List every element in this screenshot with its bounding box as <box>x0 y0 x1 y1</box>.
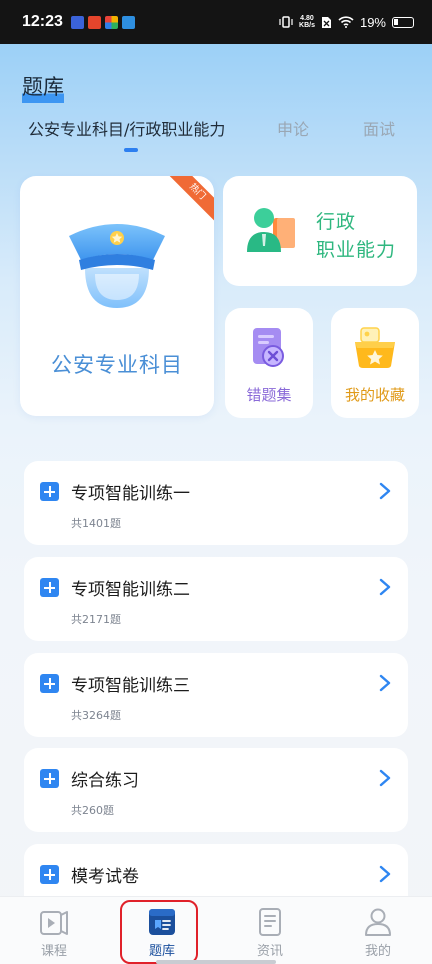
list-item-title: 综合练习 <box>71 771 139 791</box>
wifi-icon <box>338 16 354 28</box>
favorites-card[interactable]: 我的收藏 <box>331 308 419 418</box>
nav-news[interactable]: 资讯 <box>216 897 324 964</box>
list-item-count: 共2171题 <box>71 613 121 626</box>
chevron-right-icon <box>379 769 391 787</box>
net-speed: 4.80 KB/s <box>299 15 315 29</box>
admin-ability-label: 行政 职业能力 <box>316 208 396 264</box>
red-app-icon <box>87 15 101 29</box>
nav-label: 资讯 <box>256 944 283 959</box>
list-item-comprehensive[interactable]: 综合练习 共260题 <box>24 748 408 832</box>
chevron-right-icon <box>379 674 391 692</box>
wrong-questions-label: 错题集 <box>246 386 292 404</box>
net-speed-unit: KB/s <box>299 22 315 29</box>
wrong-notebook-icon <box>253 328 284 367</box>
blue-app-icon <box>121 15 135 29</box>
list-item-training-3[interactable]: 专项智能训练三 共3264题 <box>24 653 408 737</box>
plus-icon <box>40 482 59 501</box>
colorful-app-icon <box>104 15 118 29</box>
nav-label: 我的 <box>364 944 391 959</box>
list-item-title: 模考试卷 <box>71 867 139 887</box>
status-time: 12:23 <box>22 13 63 30</box>
video-app-icon <box>70 15 84 29</box>
tab-essay[interactable]: 申论 <box>277 116 309 140</box>
play-book-icon <box>40 911 68 935</box>
bottom-nav: 课程 题库 资讯 我的 <box>0 896 432 964</box>
list-item-title: 专项智能训练二 <box>71 580 190 600</box>
list-item-title: 专项智能训练三 <box>71 676 190 696</box>
tab-interview[interactable]: 面试 <box>363 116 395 140</box>
admin-label-line2: 职业能力 <box>316 239 397 261</box>
battery-percent: 19% <box>359 14 386 30</box>
person-book-icon <box>247 208 295 252</box>
highlight-annotation <box>120 900 198 964</box>
list-item-training-2[interactable]: 专项智能训练二 共2171题 <box>24 557 408 641</box>
chevron-right-icon <box>379 578 391 596</box>
nav-label: 课程 <box>40 944 67 959</box>
list-item-count: 共1401题 <box>71 517 121 530</box>
home-indicator <box>156 960 276 964</box>
list-item-title: 专项智能训练一 <box>71 484 190 504</box>
page-title: 题库 <box>22 71 64 103</box>
status-bar: 12:23 4.80 KB/s 19% <box>0 0 432 44</box>
status-right: 4.80 KB/s 19% <box>279 15 414 30</box>
list-item-training-1[interactable]: 专项智能训练一 共1401题 <box>24 461 408 545</box>
plus-icon <box>40 865 59 884</box>
notification-icons <box>70 15 135 29</box>
favorites-box-icon <box>355 327 395 368</box>
plus-icon <box>40 578 59 597</box>
hot-badge: 热门 <box>166 176 214 223</box>
wrong-questions-card[interactable]: 错题集 <box>225 308 313 418</box>
tab-police-admin[interactable]: 公安专业科目/行政职业能力 <box>28 116 225 140</box>
chevron-right-icon <box>379 482 391 500</box>
vibrate-icon <box>279 16 293 28</box>
police-subject-label: 公安专业科目 <box>51 353 183 377</box>
plus-icon <box>40 674 59 693</box>
net-speed-value: 4.80 <box>300 15 314 22</box>
subject-tabs: 公安专业科目/行政职业能力 申论 面试 <box>0 116 432 156</box>
no-sim-icon <box>321 16 331 28</box>
list-item-count: 共260题 <box>71 804 114 817</box>
favorites-label: 我的收藏 <box>344 386 405 404</box>
list-item-count: 共3264题 <box>71 709 121 722</box>
chevron-right-icon <box>379 865 391 883</box>
police-subject-card[interactable]: 热门 公安专业科目 <box>20 176 214 416</box>
plus-icon <box>40 769 59 788</box>
admin-ability-card[interactable]: 行政 职业能力 <box>223 176 417 286</box>
document-icon <box>259 908 281 936</box>
nav-courses[interactable]: 课程 <box>0 897 108 964</box>
police-hat-icon <box>69 224 165 308</box>
user-icon <box>365 908 391 936</box>
battery-icon <box>392 16 414 28</box>
tab-indicator <box>124 148 138 152</box>
admin-label-line1: 行政 <box>316 211 357 233</box>
nav-profile[interactable]: 我的 <box>324 897 432 964</box>
